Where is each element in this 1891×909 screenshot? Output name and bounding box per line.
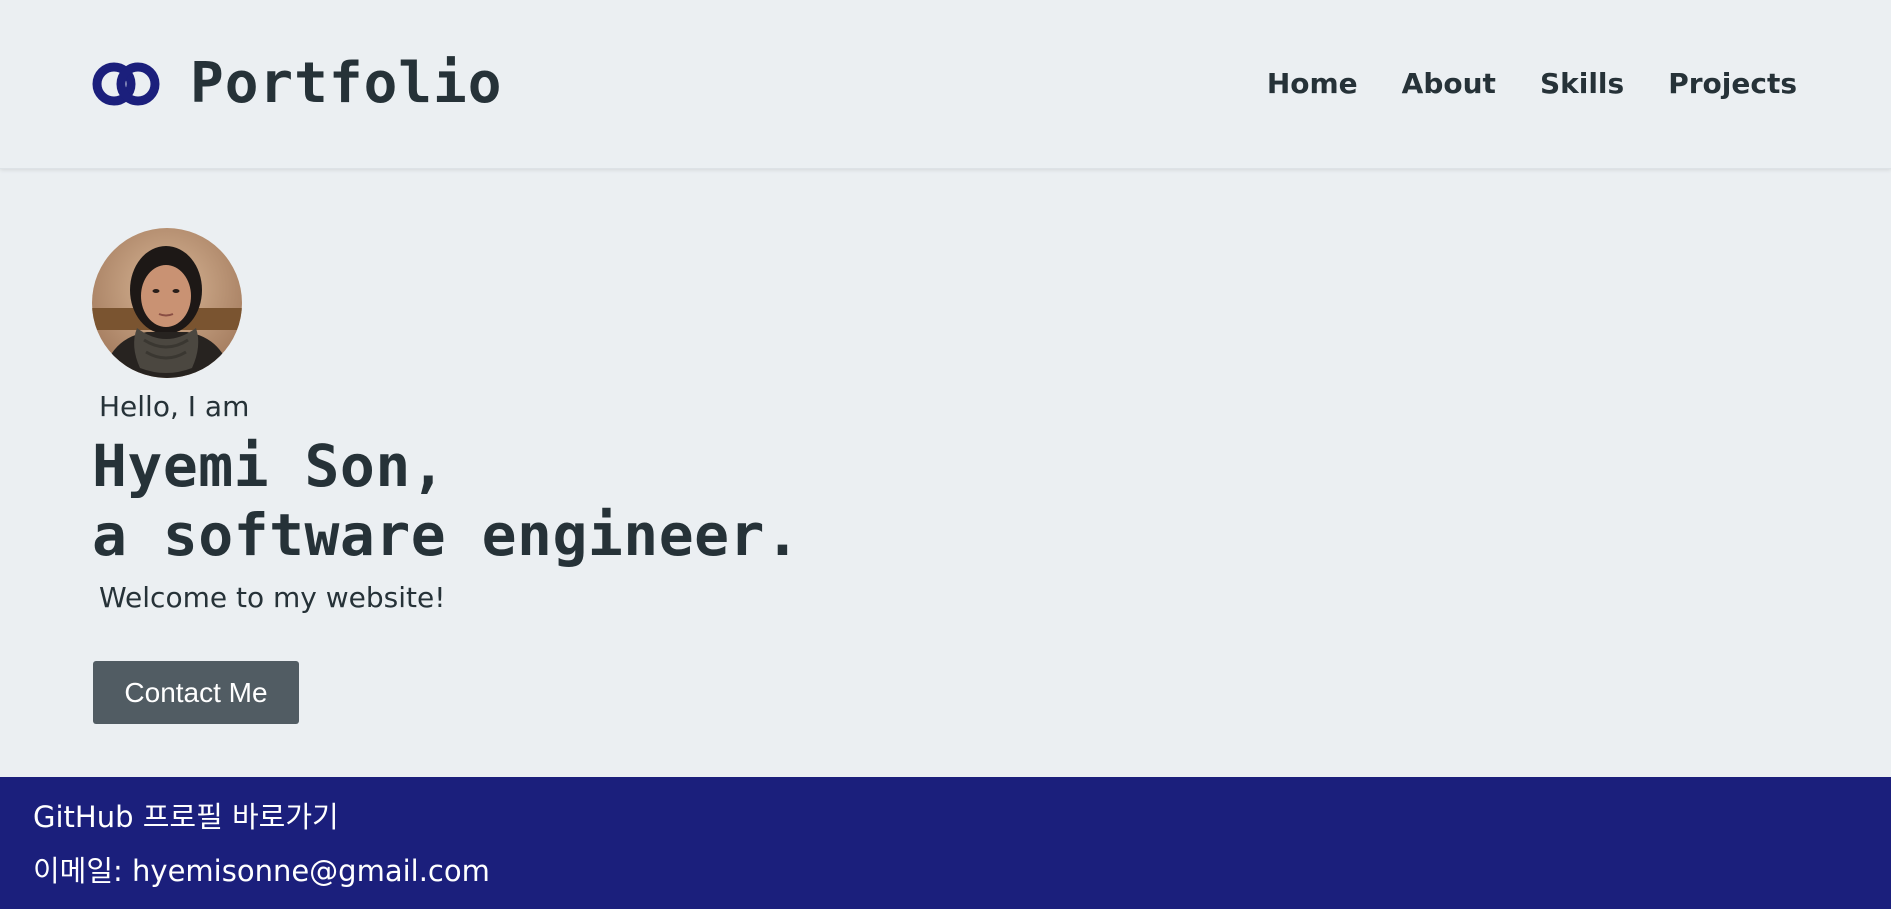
greeting-text: Hello, I am (99, 390, 250, 423)
name-line: Hyemi Son, (92, 432, 447, 500)
site-header: Portfolio Home About Skills Projects (0, 0, 1891, 169)
avatar (92, 228, 242, 378)
email-text: 이메일: hyemisonne@gmail.com (33, 854, 490, 888)
nav-skills[interactable]: Skills (1540, 64, 1624, 104)
site-footer: GitHub 프로필 바로가기 이메일: hyemisonne@gmail.co… (0, 777, 1891, 909)
logo-link[interactable]: Portfolio (92, 54, 502, 114)
role-line: a software engineer. (92, 501, 801, 569)
nav-home[interactable]: Home (1267, 64, 1358, 104)
github-profile-link[interactable]: GitHub 프로필 바로가기 (33, 797, 339, 837)
contact-me-button[interactable]: Contact Me (93, 661, 299, 724)
nav-projects[interactable]: Projects (1668, 64, 1797, 104)
welcome-text: Welcome to my website! (99, 581, 446, 614)
hero-title: Hyemi Son, a software engineer. (92, 432, 800, 570)
main-nav: Home About Skills Projects (1267, 64, 1797, 104)
nav-about[interactable]: About (1402, 64, 1496, 104)
interlocking-rings-icon (92, 62, 160, 106)
logo-text: Portfolio (190, 51, 503, 116)
